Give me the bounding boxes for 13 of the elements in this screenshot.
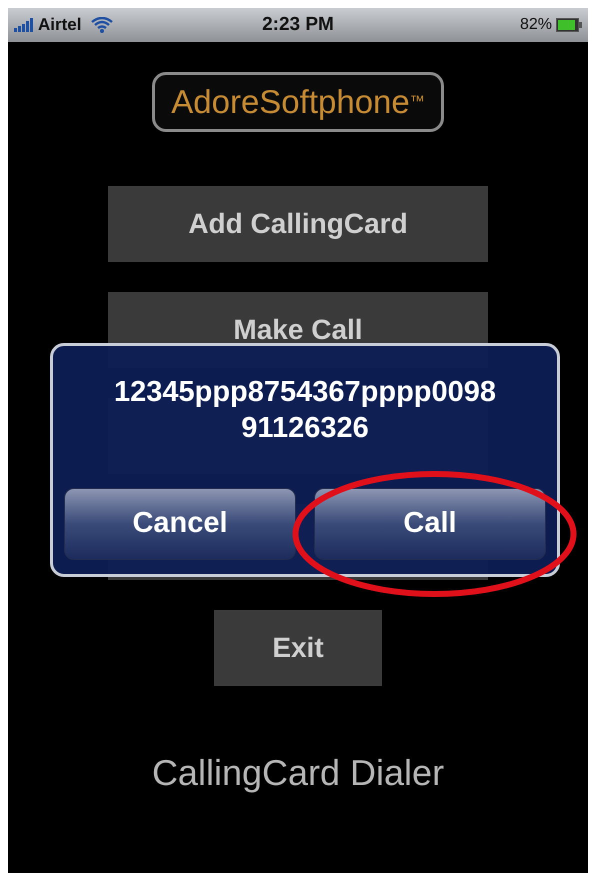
menu-button[interactable]: Exit	[214, 610, 382, 686]
wifi-icon	[91, 17, 114, 33]
logo-badge: AdoreSoftphone$^{™}$	[152, 72, 444, 132]
phone-number: 12345ppp8754367pppp0098 91126326	[112, 375, 498, 446]
carrier-name: Airtel	[38, 14, 82, 36]
alert-button[interactable]: Cancel	[64, 488, 296, 560]
signal-icon	[14, 18, 34, 32]
clock-time: 2:23 PM	[261, 12, 335, 37]
battery-percent: 82%	[520, 15, 552, 35]
alert-button[interactable]: Call	[314, 488, 546, 560]
battery-icon	[556, 18, 582, 32]
menu-button[interactable]: Add CallingCard	[108, 186, 488, 262]
footer-title: CallingCard Dialer	[152, 751, 444, 795]
